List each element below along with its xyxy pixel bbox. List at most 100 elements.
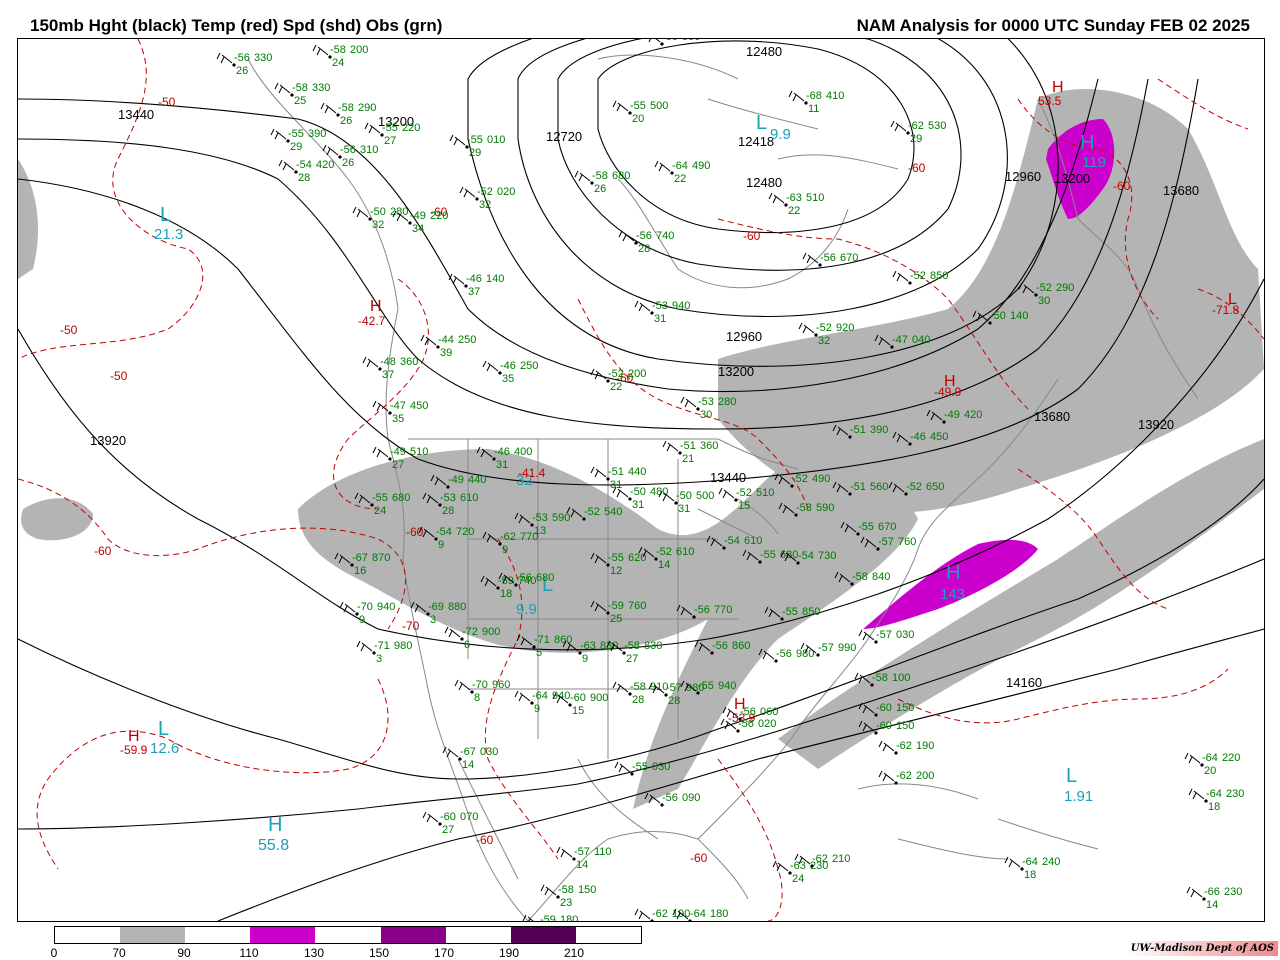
temp-label: -50 <box>158 95 176 109</box>
station-height: 960 <box>492 679 510 691</box>
station-plot: -60 550 <box>648 39 700 46</box>
station-height: 390 <box>308 128 326 140</box>
station-dewpoint-depression: 24 <box>332 57 344 69</box>
station-dewpoint-depression: 22 <box>788 205 800 217</box>
station-height: 850 <box>930 270 948 282</box>
wind-barb-icon <box>312 44 329 56</box>
high-value: 143 <box>940 586 965 603</box>
station-temp: -52 <box>584 506 600 518</box>
station-dewpoint-depression: 31 <box>496 459 508 471</box>
station-height: 190 <box>916 740 934 752</box>
wind-barb-icon <box>614 761 631 773</box>
station-dewpoint-depression: 24 <box>792 873 804 885</box>
station-dewpoint-depression: 30 <box>700 409 712 421</box>
mexico <box>457 758 659 880</box>
temp-label: -60 <box>908 161 926 175</box>
station-dewpoint-depression: 22 <box>610 381 622 393</box>
station-height: 870 <box>372 552 390 564</box>
station-temp: -44 <box>438 334 454 346</box>
station-temp: -55 <box>858 521 874 533</box>
station-dewpoint-depression: 8 <box>474 692 480 704</box>
wind-barb-icon <box>618 230 635 242</box>
wind-barb-icon <box>574 170 591 182</box>
low-marker: L <box>158 718 169 740</box>
station-plot: -52 850 <box>892 270 948 285</box>
station-temp: -52 <box>736 487 752 499</box>
height-label: 12480 <box>746 175 782 190</box>
station-plot: -62 200 <box>878 770 934 785</box>
station-dewpoint-depression: 24 <box>374 505 386 517</box>
legend-tick: 190 <box>498 946 520 960</box>
station-dewpoint-depression: 11 <box>808 103 819 115</box>
station-plot: -52 020 32 <box>459 186 515 211</box>
station-plot: -55 010 29 <box>449 134 505 159</box>
station-height: 610 <box>676 546 694 558</box>
station-temp: -46 <box>910 431 926 443</box>
station-dewpoint-depression: 37 <box>382 369 394 381</box>
station-temp: -55 <box>698 680 714 692</box>
station-temp: -55 <box>760 549 776 561</box>
station-dewpoint-depression: 28 <box>638 243 650 255</box>
temp-label: -70 <box>402 619 420 633</box>
station-height: 500 <box>696 490 714 502</box>
station-height: 440 <box>628 466 646 478</box>
legend-swatch <box>510 927 576 943</box>
station-plot: -48 360 37 <box>362 356 418 381</box>
wind-barb-icon <box>514 690 531 702</box>
station-temp: -54 <box>798 550 814 562</box>
station-plot: -58 91028 <box>612 681 668 706</box>
station-plot: -64 230 18 <box>1188 788 1244 813</box>
low-marker: L <box>1228 291 1237 308</box>
station-temp: -48 <box>380 356 396 368</box>
station-temp: -46 <box>500 360 516 372</box>
weather-map[interactable]: 12480 13440 13200 12720 12418 12480 1296… <box>17 38 1265 922</box>
station-height: 220 <box>402 122 420 134</box>
station-height: 070 <box>460 811 478 823</box>
station-dewpoint-depression: 34 <box>412 223 424 235</box>
station-height: 110 <box>594 846 612 858</box>
station-dewpoint-depression: 31 <box>654 313 666 325</box>
station-temp: -58 <box>558 884 574 896</box>
station-height: 620 <box>628 552 646 564</box>
station-temp: -49 <box>410 210 426 222</box>
station-height: 200 <box>350 44 368 56</box>
temp-label: -60 <box>476 833 494 847</box>
station-temp: -67 <box>352 552 368 564</box>
station-dewpoint-depression: 29 <box>469 147 481 159</box>
station-plot: -56 330 26 <box>216 52 272 77</box>
station-temp: -68 <box>806 90 822 102</box>
station-temp: -58 <box>330 44 346 56</box>
station-height: 730 <box>818 550 836 562</box>
station-temp: -62 <box>908 120 924 132</box>
station-height: 290 <box>1056 282 1074 294</box>
station-temp: -71 <box>534 634 550 646</box>
station-temp: -57 <box>574 846 590 858</box>
height-label: 12960 <box>1005 169 1041 184</box>
station-height: 250 <box>458 334 476 346</box>
wind-barb-icon <box>1004 856 1021 868</box>
wind-barb-icon <box>878 770 895 782</box>
station-temp: -56 <box>234 52 250 64</box>
wind-barb-icon <box>718 487 735 499</box>
station-height: 940 <box>718 680 736 692</box>
station-height: 510 <box>410 446 428 458</box>
station-height: 450 <box>930 431 948 443</box>
wind-barb-icon <box>634 300 651 312</box>
wind-barb-icon <box>270 128 287 140</box>
station-dewpoint-depression: 27 <box>384 135 396 147</box>
station-temp: -64 <box>532 690 548 702</box>
station-dewpoint-depression: 31 <box>610 479 622 491</box>
height-label: 13200 <box>1054 171 1090 186</box>
station-height: 330 <box>254 52 272 64</box>
station-height: 590 <box>552 512 570 524</box>
station-dewpoint-depression: 5 <box>536 647 542 659</box>
legend-tick: 70 <box>112 946 126 960</box>
legend-tick: 110 <box>239 946 259 960</box>
station-dewpoint-depression: 31 <box>678 503 690 515</box>
station-temp: -56 <box>662 792 678 804</box>
station-plot: -47 450 35 <box>372 400 428 425</box>
station-dewpoint-depression: 25 <box>610 613 622 625</box>
station-height: 610 <box>744 535 762 547</box>
station-dewpoint-depression: 22 <box>674 173 686 185</box>
station-dewpoint-depression: 32 <box>479 199 491 211</box>
